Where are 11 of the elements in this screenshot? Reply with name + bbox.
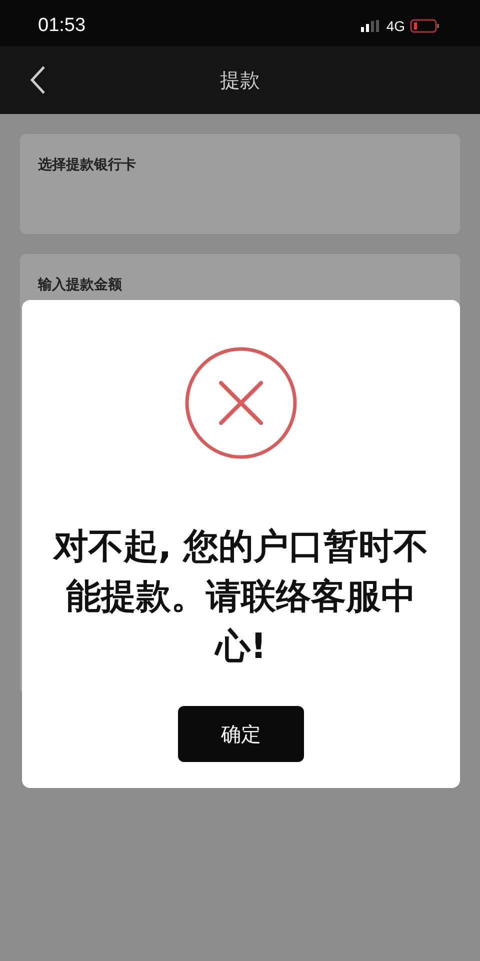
network-label: 4G <box>386 18 405 34</box>
error-icon <box>184 346 298 460</box>
back-icon[interactable] <box>30 65 46 95</box>
confirm-button[interactable]: 确定 <box>178 706 304 762</box>
battery-icon <box>410 19 440 33</box>
card-label: 选择提款银行卡 <box>38 157 136 173</box>
signal-icon <box>361 20 382 32</box>
card-label: 输入提款金额 <box>38 277 122 293</box>
error-message: 对不起, 您的户口暂时不能提款。请联络客服中心! <box>52 526 430 669</box>
page-title: 提款 <box>220 66 260 94</box>
status-time: 01:53 <box>38 15 86 37</box>
